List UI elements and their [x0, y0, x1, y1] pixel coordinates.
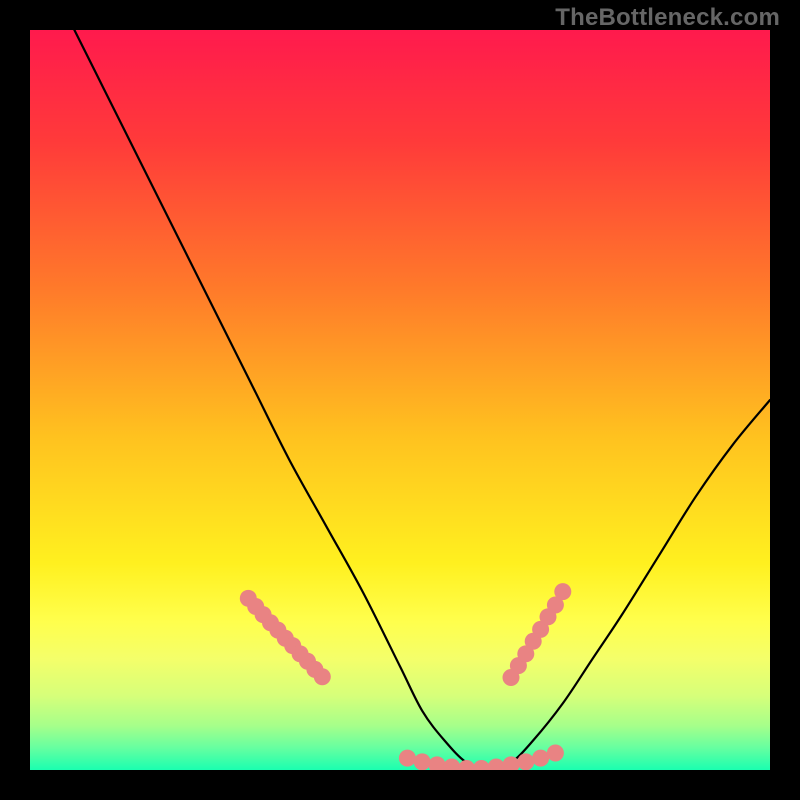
chart-frame: TheBottleneck.com	[0, 0, 800, 800]
bottleneck-chart	[30, 30, 770, 770]
marker-dot	[517, 753, 534, 770]
marker-dot	[314, 668, 331, 685]
marker-dot	[414, 753, 431, 770]
marker-dot	[399, 750, 416, 767]
marker-dot	[547, 744, 564, 761]
plot-area	[30, 30, 770, 770]
marker-dot	[554, 583, 571, 600]
marker-dot	[532, 750, 549, 767]
gradient-background	[30, 30, 770, 770]
watermark-text: TheBottleneck.com	[555, 4, 780, 32]
